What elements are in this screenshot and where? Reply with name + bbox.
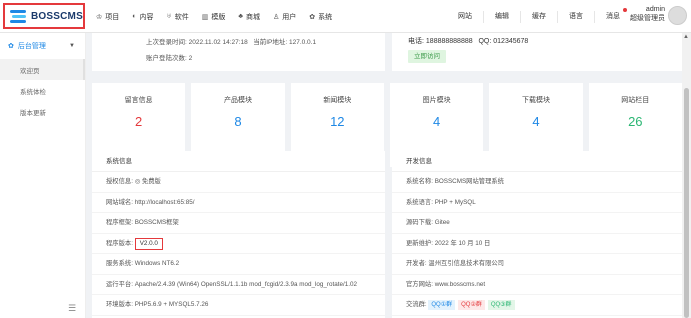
user-icon: ♙ xyxy=(272,13,280,21)
nav-item-content[interactable]: ◐ 内容 xyxy=(132,12,153,22)
system-icon: ✿ xyxy=(309,13,316,21)
info-row-env: 环境版本: PHP5.6.9 + MYSQL5.7.26 xyxy=(92,295,385,316)
dev-info-panel: 开发信息 系统名称: BOSSCMS网站管理系统 系统语言: PHP + MyS… xyxy=(392,151,682,318)
info-row-framework: 程序框架: BOSSCMS框架 xyxy=(92,213,385,234)
info-row-os: 服务系统: Windows NT6.2 xyxy=(92,254,385,275)
notification-dot xyxy=(623,7,627,12)
stat-value: 4 xyxy=(433,114,441,129)
sidebar-item-update[interactable]: 版本更新 xyxy=(0,101,85,122)
panel-title: 开发信息 xyxy=(392,151,682,172)
contact-line: 电话: 188888888888 QQ: 012345678 xyxy=(408,38,529,45)
main-content: 上次登录时间: 2022.11.02 14:27:18 当前IP地址: 127.… xyxy=(86,33,682,318)
main-nav: ♔ 项目 ◐ 内容 ♅ 软件 ▥ 模版 ♣ 商城 ♙ 用户 ✿ 系统 xyxy=(96,0,345,33)
scrollbar[interactable]: ▲ xyxy=(682,33,691,318)
logo-icon xyxy=(10,9,28,23)
sidebar: ✿ 后台管理 ▼ 欢迎页 系统体检 版本更新 ☰ xyxy=(0,33,86,318)
contact-card: 电话: 188888888888 QQ: 012345678 立即访问 xyxy=(392,33,682,71)
sidebar-item-welcome[interactable]: 欢迎页 xyxy=(0,59,85,80)
user-info[interactable]: admin 超级管理员 xyxy=(630,5,665,23)
stat-value: 12 xyxy=(330,114,345,129)
qq-group-3-tag[interactable]: QQ③群 xyxy=(487,300,515,310)
user-name: admin xyxy=(645,6,665,13)
sidebar-item-checkup[interactable]: 系统体检 xyxy=(0,80,85,101)
stat-value: 4 xyxy=(532,114,540,129)
dev-row-update: 更新维护: 2022 年 10 月 10 日 xyxy=(392,234,682,254)
menu-toggle-icon[interactable]: ☰ xyxy=(68,303,76,314)
dev-row-language: 系统语言: PHP + MySQL xyxy=(392,193,682,213)
dev-row-name: 系统名称: BOSSCMS网站管理系统 xyxy=(392,172,682,193)
home-icon: ✿ xyxy=(8,43,14,50)
right-nav-edit[interactable]: 编辑 xyxy=(483,10,520,23)
nav-item-user[interactable]: ♙ 用户 xyxy=(273,12,296,22)
dev-row-download: 源码下载: Gitee xyxy=(392,213,682,234)
nav-item-project[interactable]: ♔ 项目 xyxy=(96,12,119,22)
scroll-thumb[interactable] xyxy=(684,88,689,318)
right-nav: 网站 编辑 缓存 语言 消息 xyxy=(447,0,631,33)
content-icon: ◐ xyxy=(132,13,137,20)
user-role: 超级管理员 xyxy=(630,15,665,22)
right-nav-cache[interactable]: 缓存 xyxy=(520,10,557,23)
stat-value: 8 xyxy=(234,114,242,129)
info-row-domain: 网站域名: http://localhost:65:85/ xyxy=(92,193,385,213)
qq-group-1-tag[interactable]: QQ①群 xyxy=(428,300,456,310)
login-card: 上次登录时间: 2022.11.02 14:27:18 当前IP地址: 127.… xyxy=(92,33,385,71)
info-row-version: 程序版本: V2.0.0 xyxy=(92,234,385,254)
shop-icon: ♣ xyxy=(238,13,243,20)
info-row-license: 授权信息: ◎ 免费版 xyxy=(92,172,385,193)
logo[interactable]: BOSSCMS xyxy=(3,3,85,29)
login-time-line: 上次登录时间: 2022.11.02 14:27:18 当前IP地址: 127.… xyxy=(146,39,317,46)
login-count-line: 账户登陆次数: 2 xyxy=(146,55,193,62)
nav-item-shop[interactable]: ♣ 商城 xyxy=(238,12,260,22)
caret-down-icon: ▼ xyxy=(69,43,75,49)
avatar[interactable] xyxy=(668,6,687,25)
nav-item-template[interactable]: ▥ 模版 xyxy=(202,12,226,22)
qq-group-2-tag[interactable]: QQ②群 xyxy=(458,300,485,310)
top-bar: BOSSCMS ♔ 项目 ◐ 内容 ♅ 软件 ▥ 模版 ♣ 商城 ♙ 用户 ✿ 系统 网站 编… xyxy=(0,0,691,33)
version-highlight: V2.0.0 xyxy=(134,237,163,250)
right-nav-website[interactable]: 网站 xyxy=(447,11,483,23)
right-nav-messages[interactable]: 消息 xyxy=(594,7,631,23)
logo-text: BOSSCMS xyxy=(31,10,83,22)
stat-value: 26 xyxy=(628,114,643,129)
project-icon: ♔ xyxy=(96,13,103,21)
software-icon: ♅ xyxy=(166,13,172,20)
info-row-platform: 运行平台: Apache/2.4.39 (Win64) OpenSSL/1.1.… xyxy=(92,275,385,295)
sidebar-head[interactable]: ✿ 后台管理 ▼ xyxy=(0,33,85,59)
stat-value: 2 xyxy=(135,114,143,129)
dev-row-developer: 开发者: 温州互引信息技术有限公司 xyxy=(392,254,682,275)
dev-row-website: 官方网站: www.bosscms.net xyxy=(392,275,682,295)
panel-title: 系统信息 xyxy=(92,151,385,172)
template-icon: ▥ xyxy=(201,13,209,21)
dev-row-groups: 交流群: QQ①群 QQ②群 QQ③群 xyxy=(392,295,682,316)
system-info-panel: 系统信息 授权信息: ◎ 免费版 网站域名: http://localhost:… xyxy=(92,151,385,318)
nav-item-system[interactable]: ✿ 系统 xyxy=(309,12,332,22)
scroll-up-icon[interactable]: ▲ xyxy=(683,34,689,40)
right-nav-language[interactable]: 语言 xyxy=(557,10,594,23)
nav-item-software[interactable]: ♅ 软件 xyxy=(167,12,189,22)
visit-button[interactable]: 立即访问 xyxy=(408,50,446,63)
